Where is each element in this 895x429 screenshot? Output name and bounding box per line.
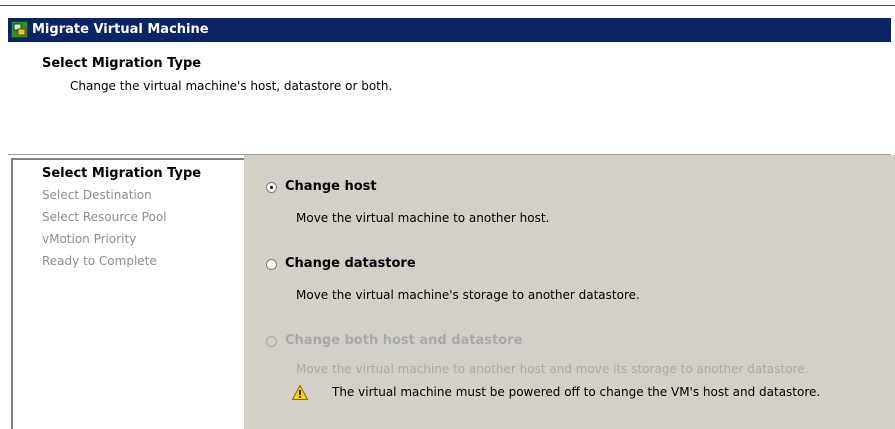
option-change-both-label: Change both host and datastore [285,333,523,348]
step-select-destination: Select Destination [42,188,152,202]
option-change-datastore-description: Move the virtual machine's storage to an… [296,288,640,302]
vm-migrate-icon [11,21,28,38]
option-change-host-description: Move the virtual machine to another host… [296,211,550,225]
option-change-both-description: Move the virtual machine to another host… [296,362,809,376]
step-ready-to-complete: Ready to Complete [42,254,157,268]
window-top-border [0,0,895,6]
title-bar[interactable]: Migrate Virtual Machine [8,18,891,42]
page-title: Select Migration Type [42,56,202,71]
migration-type-panel: Change host Move the virtual machine to … [244,155,895,429]
radio-change-host[interactable] [266,182,277,193]
page-subtitle: Change the virtual machine's host, datas… [70,79,393,93]
step-select-resource-pool: Select Resource Pool [42,210,167,224]
step-select-migration-type[interactable]: Select Migration Type [42,166,201,181]
radio-change-both [266,336,277,347]
wizard-header: Select Migration Type Change the virtual… [8,42,891,154]
window-title: Migrate Virtual Machine [32,22,209,37]
wizard-steps-panel: Select Migration Type Select Destination… [11,158,244,429]
option-change-host-label[interactable]: Change host [285,179,377,194]
radio-change-datastore[interactable] [266,259,277,270]
warning-icon [292,385,308,400]
option-change-datastore-label[interactable]: Change datastore [285,256,416,271]
warning-text: The virtual machine must be powered off … [332,385,821,399]
step-vmotion-priority: vMotion Priority [42,232,137,246]
